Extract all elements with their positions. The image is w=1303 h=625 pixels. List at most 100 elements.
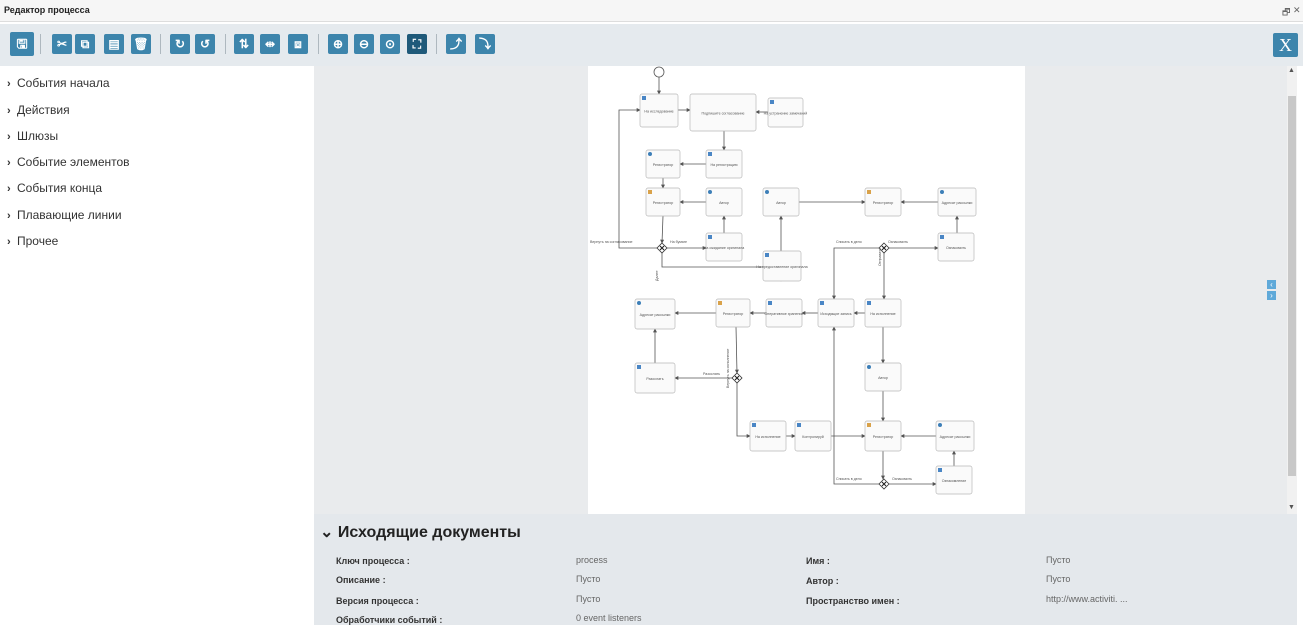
palette-group-end-events[interactable]: › События конца [7,181,102,201]
task-label: Контролируй [802,435,824,439]
task-label: Подпишите согласование [702,112,745,116]
script-task-icon [938,468,942,472]
close-editor-button[interactable]: X [1273,33,1298,57]
flow-arrow [618,108,658,249]
task-label: На регистрацию [710,163,737,167]
author-label: Автор : [806,576,839,586]
zoom-out-button[interactable]: ⊖ [354,34,374,54]
user-task-icon [648,190,652,194]
event-listeners-value[interactable]: 0 event listeners [576,613,642,623]
task-label: Исходящие запись [820,312,851,316]
window-titlebar: Редактор процесса 🗗 ✕ [0,0,1303,22]
process-diagram[interactable]: На исследование Подпишите согласование На … [588,66,1025,514]
flow-arrow [736,383,751,438]
palette-group-other[interactable]: › Прочее [7,234,58,254]
cut-button[interactable]: ✂ [52,34,72,54]
process-key-value[interactable]: process [576,555,608,565]
task-label: На предоставление оригинала [756,265,807,269]
align-vertical-button[interactable]: ⇅ [234,34,254,54]
chevron-right-icon: › [7,78,11,90]
task-label: Автор [776,201,786,205]
task-label: Оперативное хранение [765,312,804,316]
description-value[interactable]: Пусто [576,574,600,584]
process-version-value[interactable]: Пусто [576,594,600,604]
toolbar-divider [318,34,319,54]
properties-title: Исходящие документы [337,524,521,541]
script-task-icon [820,301,824,305]
zoom-fit-button[interactable]: ⛶ [407,34,427,54]
flow-arrow [832,247,880,300]
flow-arrow [660,215,665,244]
scroll-up-arrow[interactable]: ▲ [1288,67,1295,74]
copy-button[interactable]: ⧉ [75,34,95,54]
task-label: Регистратор [723,312,744,316]
paste-button[interactable]: ▤ [104,34,124,54]
flow-label: Разослать [703,372,720,376]
close-window-icon[interactable]: ✕ [1293,5,1301,16]
process-key-label: Ключ процесса : [336,556,410,566]
undo-button[interactable]: ↺ [195,34,215,54]
save-button[interactable]: 🖫 [10,32,34,56]
add-bendpoint-button[interactable]: ⤴ [446,34,466,54]
palette-group-start-events[interactable]: › События начала [7,76,110,96]
palette-group-label: События начала [17,76,110,90]
task-label: Автор [878,376,888,380]
palette-group-label: Шлюзы [17,129,59,143]
name-value[interactable]: Пусто [1046,555,1070,565]
zoom-in-button[interactable]: ⊕ [328,34,348,54]
flow-label: Вернуть на согласование [590,240,633,244]
namespace-label: Пространство имен : [806,596,900,606]
script-task-icon [708,235,712,239]
script-task-icon [770,100,774,104]
palette-group-swimlanes[interactable]: › Плавающие линии [7,208,122,228]
palette-group-activities[interactable]: › Действия [7,103,70,123]
delete-button[interactable]: 🗑 [131,34,151,54]
scroll-down-arrow[interactable]: ▼ [1288,504,1295,511]
chevron-right-icon: › [7,183,11,195]
script-task-icon [768,301,772,305]
name-label: Имя : [806,556,830,566]
script-task-icon [708,152,712,156]
collapse-left-icon[interactable]: ‹ [1267,280,1276,289]
zoom-actual-button[interactable]: ⊙ [380,34,400,54]
redo-button[interactable]: ↻ [170,34,190,54]
scrollbar-thumb[interactable] [1288,96,1296,476]
canvas-vertical-scrollbar[interactable]: ▲ ▼ [1287,66,1297,514]
flow-label: Отправить [878,248,882,266]
task-label: Регистратор [873,201,894,205]
chevron-right-icon: › [7,210,11,222]
diagram-nodes: На исследование Подпишите согласование На … [634,66,977,495]
flow-label: Ознакомить [892,477,912,481]
task-label: Адресат рассылки [640,313,671,317]
task-label: Автор [719,201,729,205]
chevron-right-icon: › [7,131,11,143]
task-label: На исполнение [870,312,895,316]
same-size-button[interactable]: ⧈ [288,34,308,54]
event-listeners-label: Обработчики событий : [336,615,443,625]
flow-label: Списать в дело [836,477,862,481]
flow-label: На бумаге [670,240,687,244]
palette-group-gateways[interactable]: › Шлюзы [7,129,58,149]
script-task-icon [642,96,646,100]
toolbar-divider [160,34,161,54]
restore-icon[interactable]: 🗗 [1282,5,1290,21]
flow-label: Списать в дело [836,240,862,244]
properties-header[interactable]: ⌄ Исходящие документы [320,522,521,542]
service-task-icon [708,190,712,194]
properties-panel: ⌄ Исходящие документы Ключ процесса : pr… [314,514,1297,625]
flow-arrow [734,326,739,374]
expand-right-icon[interactable]: › [1267,291,1276,300]
diagram-canvas[interactable]: На исследование Подпишите согласование На … [588,66,1025,514]
palette-group-label: Прочее [17,234,59,248]
chevron-right-icon: › [7,105,11,117]
palette-group-boundary-events[interactable]: › Событие элементов [7,155,130,175]
user-task-icon [718,301,722,305]
chevron-down-icon: ⌄ [320,524,338,541]
process-version-label: Версия процесса : [336,596,419,606]
remove-bendpoint-button[interactable]: ⤵ [475,34,495,54]
user-task-icon [867,190,871,194]
author-value[interactable]: Пусто [1046,574,1070,584]
chevron-right-icon: › [7,236,11,248]
align-horizontal-button[interactable]: ⇹ [260,34,280,54]
namespace-value[interactable]: http://www.activiti. ... [1046,594,1128,604]
